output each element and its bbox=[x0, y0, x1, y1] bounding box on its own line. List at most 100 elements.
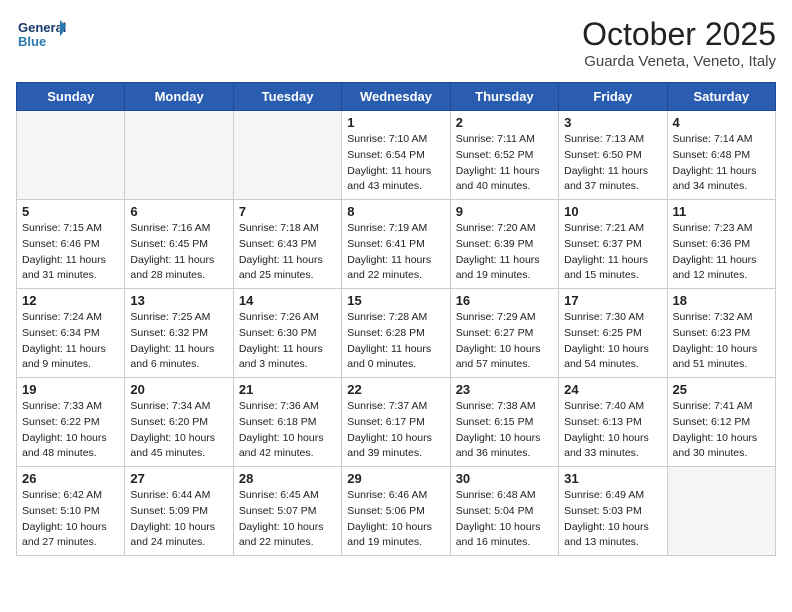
calendar-cell: 17 Sunrise: 7:30 AM Sunset: 6:25 PM Dayli… bbox=[559, 289, 667, 378]
day-number: 25 bbox=[673, 382, 770, 397]
day-number: 14 bbox=[239, 293, 336, 308]
day-number: 8 bbox=[347, 204, 444, 219]
calendar-cell: 16 Sunrise: 7:29 AM Sunset: 6:27 PM Dayli… bbox=[450, 289, 558, 378]
calendar-cell: 25Sunrise: 7:41 AM Sunset: 6:12 PM Dayli… bbox=[667, 378, 775, 467]
day-info: Sunrise: 7:26 AM Sunset: 6:30 PM Dayligh… bbox=[239, 310, 336, 373]
calendar-cell bbox=[233, 111, 341, 200]
day-info: Sunrise: 7:16 AM Sunset: 6:45 PM Dayligh… bbox=[130, 221, 227, 284]
calendar-cell bbox=[125, 111, 233, 200]
page-header: General Blue October 2025 Guarda Veneta,… bbox=[16, 16, 776, 70]
day-number: 13 bbox=[130, 293, 227, 308]
day-number: 22 bbox=[347, 382, 444, 397]
weekday-header-monday: Monday bbox=[125, 83, 233, 111]
day-info: Sunrise: 7:15 AM Sunset: 6:46 PM Dayligh… bbox=[22, 221, 119, 284]
calendar-week-row: 19Sunrise: 7:33 AM Sunset: 6:22 PM Dayli… bbox=[17, 378, 776, 467]
calendar-cell: 30 Sunrise: 6:48 AM Sunset: 5:04 PM Dayli… bbox=[450, 467, 558, 556]
calendar-cell: 3 Sunrise: 7:13 AM Sunset: 6:50 PM Daylig… bbox=[559, 111, 667, 200]
day-number: 28 bbox=[239, 471, 336, 486]
day-info: Sunrise: 7:34 AM Sunset: 6:20 PM Dayligh… bbox=[130, 399, 227, 462]
day-number: 16 bbox=[456, 293, 553, 308]
day-info: Sunrise: 7:36 AM Sunset: 6:18 PM Dayligh… bbox=[239, 399, 336, 462]
day-info: Sunrise: 6:46 AM Sunset: 5:06 PM Dayligh… bbox=[347, 488, 444, 551]
day-info: Sunrise: 7:23 AM Sunset: 6:36 PM Dayligh… bbox=[673, 221, 770, 284]
calendar-cell: 20 Sunrise: 7:34 AM Sunset: 6:20 PM Dayli… bbox=[125, 378, 233, 467]
calendar-cell: 23 Sunrise: 7:38 AM Sunset: 6:15 PM Dayli… bbox=[450, 378, 558, 467]
calendar-cell: 31 Sunrise: 6:49 AM Sunset: 5:03 PM Dayli… bbox=[559, 467, 667, 556]
day-number: 2 bbox=[456, 115, 553, 130]
calendar-cell: 14 Sunrise: 7:26 AM Sunset: 6:30 PM Dayli… bbox=[233, 289, 341, 378]
day-number: 1 bbox=[347, 115, 444, 130]
calendar-cell: 26Sunrise: 6:42 AM Sunset: 5:10 PM Dayli… bbox=[17, 467, 125, 556]
calendar-cell: 18 Sunrise: 7:32 AM Sunset: 6:23 PM Dayli… bbox=[667, 289, 775, 378]
calendar-cell: 10Sunrise: 7:21 AM Sunset: 6:37 PM Dayli… bbox=[559, 200, 667, 289]
day-info: Sunrise: 7:19 AM Sunset: 6:41 PM Dayligh… bbox=[347, 221, 444, 284]
svg-text:General: General bbox=[18, 20, 66, 35]
day-number: 5 bbox=[22, 204, 119, 219]
calendar-cell: 22Sunrise: 7:37 AM Sunset: 6:17 PM Dayli… bbox=[342, 378, 450, 467]
calendar-week-row: 5 Sunrise: 7:15 AM Sunset: 6:46 PM Daylig… bbox=[17, 200, 776, 289]
day-info: Sunrise: 7:38 AM Sunset: 6:15 PM Dayligh… bbox=[456, 399, 553, 462]
logo-icon: General Blue bbox=[16, 16, 66, 58]
day-number: 27 bbox=[130, 471, 227, 486]
day-info: Sunrise: 6:42 AM Sunset: 5:10 PM Dayligh… bbox=[22, 488, 119, 551]
calendar-cell bbox=[667, 467, 775, 556]
day-info: Sunrise: 7:13 AM Sunset: 6:50 PM Dayligh… bbox=[564, 132, 661, 195]
svg-text:Blue: Blue bbox=[18, 34, 46, 49]
day-info: Sunrise: 7:30 AM Sunset: 6:25 PM Dayligh… bbox=[564, 310, 661, 373]
calendar-cell: 28 Sunrise: 6:45 AM Sunset: 5:07 PM Dayli… bbox=[233, 467, 341, 556]
calendar-week-row: 1Sunrise: 7:10 AM Sunset: 6:54 PM Daylig… bbox=[17, 111, 776, 200]
calendar-cell: 6 Sunrise: 7:16 AM Sunset: 6:45 PM Daylig… bbox=[125, 200, 233, 289]
weekday-header-row: SundayMondayTuesdayWednesdayThursdayFrid… bbox=[17, 83, 776, 111]
calendar-cell: 27 Sunrise: 6:44 AM Sunset: 5:09 PM Dayli… bbox=[125, 467, 233, 556]
calendar-cell: 21Sunrise: 7:36 AM Sunset: 6:18 PM Dayli… bbox=[233, 378, 341, 467]
calendar-cell: 15Sunrise: 7:28 AM Sunset: 6:28 PM Dayli… bbox=[342, 289, 450, 378]
day-info: Sunrise: 7:33 AM Sunset: 6:22 PM Dayligh… bbox=[22, 399, 119, 462]
calendar-cell: 13 Sunrise: 7:25 AM Sunset: 6:32 PM Dayli… bbox=[125, 289, 233, 378]
calendar-cell: 29 Sunrise: 6:46 AM Sunset: 5:06 PM Dayli… bbox=[342, 467, 450, 556]
day-number: 29 bbox=[347, 471, 444, 486]
calendar-cell: 5 Sunrise: 7:15 AM Sunset: 6:46 PM Daylig… bbox=[17, 200, 125, 289]
day-info: Sunrise: 6:45 AM Sunset: 5:07 PM Dayligh… bbox=[239, 488, 336, 551]
day-info: Sunrise: 6:48 AM Sunset: 5:04 PM Dayligh… bbox=[456, 488, 553, 551]
weekday-header-sunday: Sunday bbox=[17, 83, 125, 111]
weekday-header-wednesday: Wednesday bbox=[342, 83, 450, 111]
day-info: Sunrise: 6:49 AM Sunset: 5:03 PM Dayligh… bbox=[564, 488, 661, 551]
day-number: 11 bbox=[673, 204, 770, 219]
day-info: Sunrise: 7:18 AM Sunset: 6:43 PM Dayligh… bbox=[239, 221, 336, 284]
weekday-header-tuesday: Tuesday bbox=[233, 83, 341, 111]
day-number: 9 bbox=[456, 204, 553, 219]
day-info: Sunrise: 7:32 AM Sunset: 6:23 PM Dayligh… bbox=[673, 310, 770, 373]
day-number: 7 bbox=[239, 204, 336, 219]
day-info: Sunrise: 7:11 AM Sunset: 6:52 PM Dayligh… bbox=[456, 132, 553, 195]
calendar-cell: 7 Sunrise: 7:18 AM Sunset: 6:43 PM Daylig… bbox=[233, 200, 341, 289]
day-info: Sunrise: 6:44 AM Sunset: 5:09 PM Dayligh… bbox=[130, 488, 227, 551]
calendar-cell bbox=[17, 111, 125, 200]
day-number: 18 bbox=[673, 293, 770, 308]
calendar-cell: 8 Sunrise: 7:19 AM Sunset: 6:41 PM Daylig… bbox=[342, 200, 450, 289]
day-info: Sunrise: 7:24 AM Sunset: 6:34 PM Dayligh… bbox=[22, 310, 119, 373]
calendar-table: SundayMondayTuesdayWednesdayThursdayFrid… bbox=[16, 82, 776, 556]
day-number: 10 bbox=[564, 204, 661, 219]
day-info: Sunrise: 7:29 AM Sunset: 6:27 PM Dayligh… bbox=[456, 310, 553, 373]
title-block: October 2025 Guarda Veneta, Veneto, Ital… bbox=[582, 16, 776, 70]
day-info: Sunrise: 7:25 AM Sunset: 6:32 PM Dayligh… bbox=[130, 310, 227, 373]
day-info: Sunrise: 7:20 AM Sunset: 6:39 PM Dayligh… bbox=[456, 221, 553, 284]
day-number: 30 bbox=[456, 471, 553, 486]
day-number: 20 bbox=[130, 382, 227, 397]
calendar-week-row: 26Sunrise: 6:42 AM Sunset: 5:10 PM Dayli… bbox=[17, 467, 776, 556]
day-number: 17 bbox=[564, 293, 661, 308]
calendar-cell: 1Sunrise: 7:10 AM Sunset: 6:54 PM Daylig… bbox=[342, 111, 450, 200]
day-number: 31 bbox=[564, 471, 661, 486]
day-number: 23 bbox=[456, 382, 553, 397]
day-info: Sunrise: 7:28 AM Sunset: 6:28 PM Dayligh… bbox=[347, 310, 444, 373]
day-info: Sunrise: 7:40 AM Sunset: 6:13 PM Dayligh… bbox=[564, 399, 661, 462]
month-title: October 2025 bbox=[582, 16, 776, 53]
calendar-cell: 24 Sunrise: 7:40 AM Sunset: 6:13 PM Dayli… bbox=[559, 378, 667, 467]
day-number: 24 bbox=[564, 382, 661, 397]
day-number: 6 bbox=[130, 204, 227, 219]
calendar-cell: 9 Sunrise: 7:20 AM Sunset: 6:39 PM Daylig… bbox=[450, 200, 558, 289]
day-info: Sunrise: 7:14 AM Sunset: 6:48 PM Dayligh… bbox=[673, 132, 770, 195]
day-number: 3 bbox=[564, 115, 661, 130]
day-number: 12 bbox=[22, 293, 119, 308]
calendar-cell: 2 Sunrise: 7:11 AM Sunset: 6:52 PM Daylig… bbox=[450, 111, 558, 200]
